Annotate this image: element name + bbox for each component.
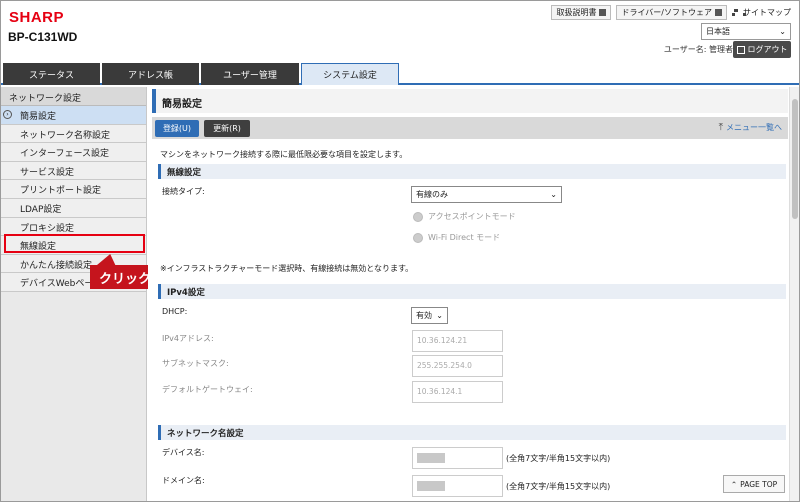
infrastructure-note: ※インフラストラクチャーモード選択時、有線接続は無効となります。 <box>160 264 414 273</box>
sidebar-item-interface[interactable]: インターフェース設定 <box>1 143 146 162</box>
top-links: 取扱説明書 ドライバー/ソフトウェア サイトマップ <box>551 5 791 20</box>
radio-icon <box>413 211 423 222</box>
sitemap-link[interactable]: サイトマップ <box>732 7 791 18</box>
radio-icon <box>413 232 423 243</box>
dhcp-select[interactable]: 有効 ⌄ <box>411 307 448 324</box>
subnet-mask-field[interactable]: 255.255.254.0 <box>412 355 503 377</box>
device-name-label: デバイス名: <box>162 448 205 457</box>
section-ipv4: IPv4設定 <box>158 284 786 299</box>
tab-status[interactable]: ステータス <box>3 63 100 85</box>
domain-name-label: ドメイン名: <box>162 476 205 485</box>
logout-button[interactable]: ログアウト <box>733 41 791 58</box>
tab-address-book[interactable]: アドレス帳 <box>102 63 199 85</box>
language-select[interactable]: 日本語 ⌄ <box>701 23 791 40</box>
sidebar: ネットワーク設定 › 簡易設定 ネットワーク名称設定 インターフェース設定 サービ… <box>1 87 147 501</box>
sidebar-item-service[interactable]: サービス設定 <box>1 161 146 181</box>
register-button[interactable]: 登録(U) <box>155 120 199 137</box>
subnet-mask-label: サブネットマスク: <box>162 359 229 368</box>
connection-type-select[interactable]: 有線のみ ⌄ <box>411 186 562 203</box>
arrow-right-icon: › <box>3 110 12 119</box>
page-top-button[interactable]: ⌃ PAGE TOP <box>723 475 785 493</box>
device-name-field[interactable] <box>412 447 503 469</box>
default-gateway-field[interactable]: 10.36.124.1 <box>412 381 503 403</box>
back-to-top-icon: ⤒ <box>718 122 723 133</box>
chevron-up-icon: ⌃ <box>730 479 738 489</box>
manual-link[interactable]: 取扱説明書 <box>551 5 612 20</box>
device-name-hint: (全角7文字/半角15文字以内) <box>506 454 611 463</box>
scrollbar[interactable] <box>789 87 799 501</box>
redacted-value <box>417 453 445 463</box>
default-gateway-label: デフォルトゲートウェイ: <box>162 385 253 394</box>
action-bar: 登録(U) 更新(R) ⤒ メニュー一覧へ <box>152 117 788 139</box>
dhcp-label: DHCP: <box>162 307 188 316</box>
external-link-icon <box>599 9 607 16</box>
domain-name-field[interactable] <box>412 475 503 497</box>
sitemap-icon <box>732 9 746 16</box>
redacted-value <box>417 481 445 491</box>
wireless-highlight-box <box>4 234 145 253</box>
refresh-button[interactable]: 更新(R) <box>204 120 250 137</box>
section-wireless: 無線設定 <box>158 164 786 179</box>
page-description: マシンをネットワーク接続する際に最低限必要な項目を設定します。 <box>160 150 408 159</box>
page-title: 簡易設定 <box>152 89 788 113</box>
tab-user-management[interactable]: ユーザー管理 <box>201 63 299 85</box>
tab-system-settings[interactable]: システム設定 <box>301 63 399 85</box>
main-content: 簡易設定 登録(U) 更新(R) ⤒ メニュー一覧へ マシンをネットワーク接続する… <box>148 87 790 501</box>
section-network-name: ネットワーク名設定 <box>158 425 786 440</box>
sidebar-item-easy-setup[interactable]: › 簡易設定 <box>1 106 146 125</box>
chevron-down-icon: ⌄ <box>550 190 557 199</box>
chevron-down-icon: ⌄ <box>779 27 786 36</box>
chevron-down-icon: ⌄ <box>436 311 443 320</box>
driver-link[interactable]: ドライバー/ソフトウェア <box>616 5 727 20</box>
main-tabs: ステータス アドレス帳 ユーザー管理 システム設定 <box>1 63 799 85</box>
sidebar-item-print-port[interactable]: プリントポート設定 <box>1 180 146 199</box>
domain-name-hint: (全角7文字/半角15文字以内) <box>506 482 611 491</box>
menu-list-link[interactable]: ⤒ メニュー一覧へ <box>719 122 782 133</box>
ipv4-address-field[interactable]: 10.36.124.21 <box>412 330 503 352</box>
model-name: BP-C131WD <box>8 30 78 44</box>
sidebar-item-ldap[interactable]: LDAP設定 <box>1 198 146 218</box>
sidebar-item-network-name[interactable]: ネットワーク名称設定 <box>1 124 146 144</box>
scrollbar-thumb[interactable] <box>792 99 798 219</box>
external-link-icon <box>715 9 722 16</box>
sharp-logo: SHARP <box>9 9 65 26</box>
sidebar-header[interactable]: ネットワーク設定 <box>1 87 146 106</box>
logout-icon <box>736 45 745 54</box>
connection-type-label: 接続タイプ: <box>162 187 205 196</box>
user-label: ユーザー名: 管理者 <box>663 45 733 54</box>
radio-wifi-direct[interactable]: Wi-Fi Direct モード <box>413 232 500 243</box>
ipv4-address-label: IPv4アドレス: <box>162 334 214 343</box>
radio-access-point[interactable]: アクセスポイントモード <box>413 211 516 222</box>
browser-frame: SHARP BP-C131WD 取扱説明書 ドライバー/ソフトウェア サイトマッ… <box>0 0 800 502</box>
